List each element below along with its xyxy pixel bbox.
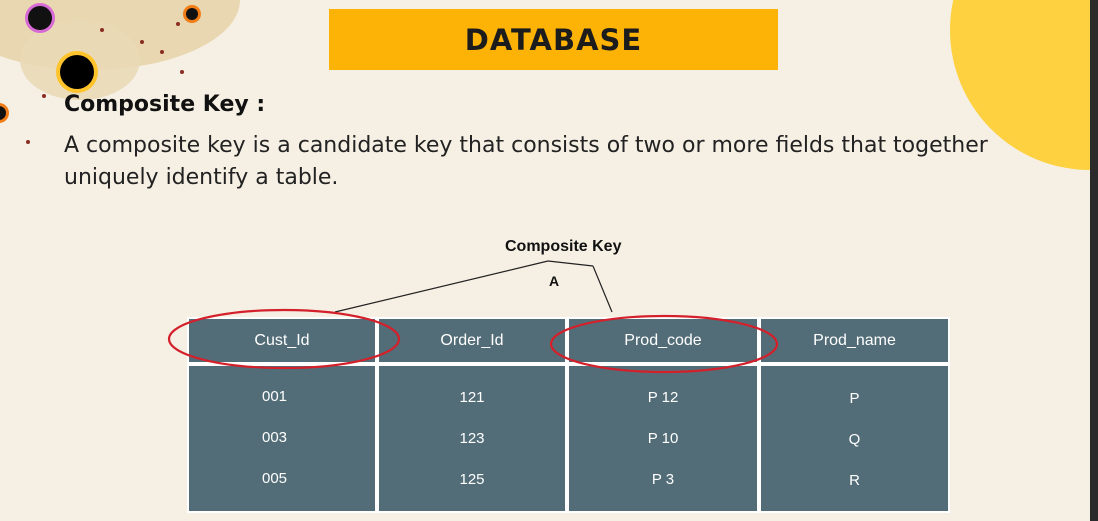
slide: DATABASE Composite Key : A composite key… [0, 0, 1090, 521]
highlight-overlay [167, 308, 779, 374]
highlight-ellipse-prod-code [549, 314, 779, 374]
window-edge [1090, 0, 1098, 521]
highlight-ellipse-cust-id [167, 308, 401, 370]
